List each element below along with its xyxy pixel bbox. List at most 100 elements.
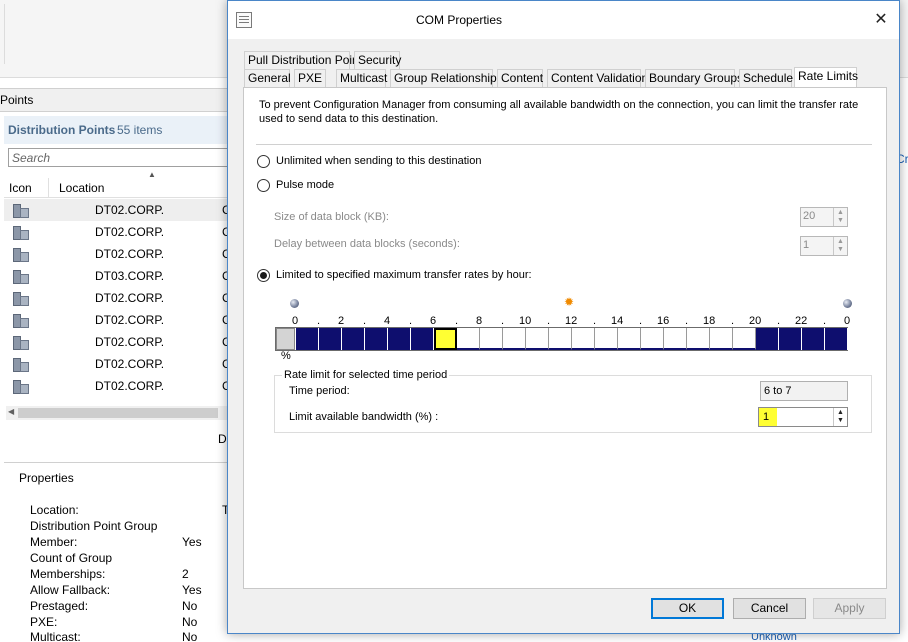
hour-tick-dot: . <box>593 315 597 327</box>
rate-limit-group-title: Rate limit for selected time period <box>282 369 450 381</box>
hour-cell[interactable] <box>595 328 618 350</box>
tab-schedule[interactable]: Schedule <box>739 69 793 87</box>
tab-rate-limits[interactable]: Rate Limits <box>794 67 858 87</box>
hour-cell[interactable] <box>572 328 595 350</box>
tab-content[interactable]: Content <box>497 69 543 87</box>
hour-cell[interactable] <box>388 328 411 350</box>
apply-button[interactable]: Apply <box>813 598 886 619</box>
tab-multicast[interactable]: Multicast <box>336 69 387 87</box>
hour-cell[interactable] <box>756 328 779 350</box>
hour-cell[interactable] <box>664 328 687 350</box>
hour-cell[interactable] <box>503 328 526 350</box>
hour-tick-dot: . <box>409 315 413 327</box>
table-row[interactable]: DT02.CORP.C <box>4 199 231 221</box>
delay-value: 1 <box>803 239 810 251</box>
tab-content-validation[interactable]: Content Validation <box>547 69 648 87</box>
dialog-titlebar[interactable]: COM Properties ✕ <box>228 1 899 39</box>
property-label: Location: <box>30 503 79 517</box>
hour-cell[interactable] <box>296 328 319 350</box>
column-header-location[interactable]: Location <box>59 181 104 195</box>
unlimited-label: Unlimited when sending to this destinati… <box>276 155 482 167</box>
bandwidth-spin-buttons[interactable]: ▲ ▼ <box>833 408 847 426</box>
row-name: DT02.CORP. <box>95 357 165 371</box>
row-name: DT02.CORP. <box>95 225 165 239</box>
spin-up-icon: ▲ <box>837 238 844 245</box>
table-row[interactable]: DT02.CORP.C <box>4 375 231 397</box>
table-row[interactable]: DT02.CORP.C <box>4 287 231 309</box>
block-size-stepper: 20 ▲ ▼ <box>800 207 848 227</box>
hour-tick-label: 2 <box>338 315 345 327</box>
delay-stepper: 1 ▲ ▼ <box>800 236 848 256</box>
cancel-button[interactable]: Cancel <box>733 598 806 619</box>
property-value: No <box>182 599 198 613</box>
tab-pull-distribution-point[interactable]: Pull Distribution Point <box>244 51 362 69</box>
hour-cell[interactable] <box>526 328 549 350</box>
hour-cell[interactable] <box>457 328 480 350</box>
column-header-icon[interactable]: Icon <box>9 181 32 195</box>
moon-icon <box>843 299 852 308</box>
properties-title: Properties <box>19 471 74 485</box>
hourly-rate-grid[interactable] <box>275 327 848 351</box>
scrollbar-thumb[interactable] <box>18 408 218 418</box>
hour-cell[interactable] <box>687 328 710 350</box>
limited-by-hour-radio[interactable] <box>257 269 270 282</box>
hour-cell[interactable] <box>779 328 802 350</box>
tab-boundary-groups[interactable]: Boundary Groups <box>645 69 743 87</box>
spin-down-icon: ▼ <box>837 246 844 253</box>
tab-group-relationships[interactable]: Group Relationships <box>390 69 503 87</box>
hour-tick-dot: . <box>455 315 459 327</box>
tab-security[interactable]: Security <box>354 51 401 69</box>
close-icon[interactable]: ✕ <box>870 9 892 31</box>
table-row[interactable]: DT02.CORP.C <box>4 221 231 243</box>
table-row[interactable]: DT02.CORP.C <box>4 243 231 265</box>
search-placeholder: Search <box>12 151 51 165</box>
hour-cell[interactable] <box>710 328 733 350</box>
column-divider[interactable] <box>48 178 49 198</box>
hour-cell[interactable] <box>641 328 664 350</box>
hour-cell[interactable] <box>549 328 572 350</box>
table-row[interactable]: DT02.CORP.C <box>4 353 231 375</box>
bandwidth-stepper[interactable]: 1 ▲ ▼ <box>758 407 848 427</box>
hour-tick-dot: . <box>777 315 781 327</box>
horizontal-scrollbar[interactable]: ◀ <box>6 406 230 420</box>
ok-button[interactable]: OK <box>651 598 724 619</box>
tab-pxe[interactable]: PXE <box>294 69 326 87</box>
table-row[interactable]: DT03.CORP.C <box>4 265 231 287</box>
pulse-mode-radio[interactable] <box>257 179 270 192</box>
hour-cell[interactable] <box>802 328 825 350</box>
spin-down-icon[interactable]: ▼ <box>837 417 844 424</box>
scroll-left-icon[interactable]: ◀ <box>8 407 14 416</box>
hour-cell[interactable] <box>411 328 434 350</box>
hour-tick-label: 0 <box>292 315 299 327</box>
spin-up-icon[interactable]: ▲ <box>837 409 844 416</box>
delay-spin-buttons: ▲ ▼ <box>833 237 847 255</box>
spin-down-icon: ▼ <box>837 217 844 224</box>
hour-cell[interactable] <box>825 328 848 350</box>
property-value: 2 <box>182 567 189 581</box>
delay-label: Delay between data blocks (seconds): <box>274 238 460 250</box>
unlimited-radio[interactable] <box>257 155 270 168</box>
table-row[interactable]: DT02.CORP.C <box>4 331 231 353</box>
hour-tick-label: 18 <box>703 315 716 327</box>
tab-general[interactable]: General <box>244 69 291 87</box>
hour-cell[interactable] <box>342 328 365 350</box>
description-separator <box>256 144 872 145</box>
hour-cell[interactable] <box>434 328 457 350</box>
hour-cell[interactable] <box>319 328 342 350</box>
hour-tick-dot: . <box>501 315 505 327</box>
row-name: DT02.CORP. <box>95 313 165 327</box>
hour-cell[interactable] <box>733 328 756 350</box>
hour-cell[interactable] <box>365 328 388 350</box>
table-row[interactable]: DT02.CORP.C <box>4 309 231 331</box>
bandwidth-value: 1 <box>763 411 770 423</box>
property-label: Prestaged: <box>30 599 89 613</box>
distribution-point-icon <box>12 247 29 262</box>
property-label: Allow Fallback: <box>30 583 111 597</box>
hour-tick-dot: . <box>639 315 643 327</box>
ribbon-separator <box>4 4 5 64</box>
search-input[interactable]: Search <box>8 148 230 167</box>
rate-limits-description: To prevent Configuration Manager from co… <box>259 99 859 125</box>
hour-cell[interactable] <box>618 328 641 350</box>
hour-tick-label: 10 <box>519 315 532 327</box>
hour-cell[interactable] <box>480 328 503 350</box>
